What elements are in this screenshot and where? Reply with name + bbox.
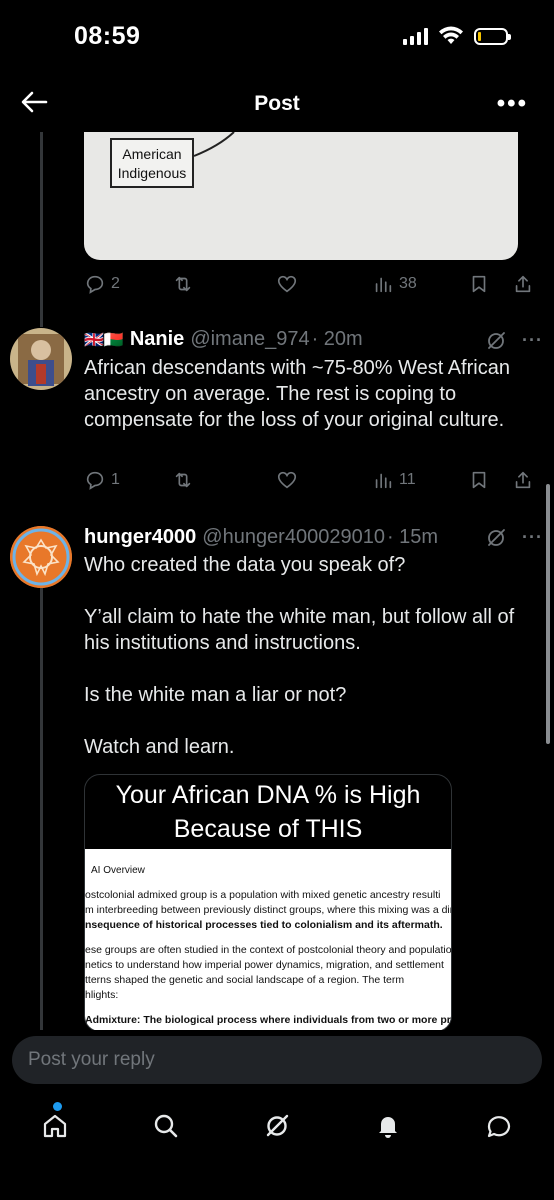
avatar-image	[10, 526, 72, 588]
post-actions: 1 11	[84, 468, 544, 492]
status-icons	[403, 26, 511, 46]
repost-icon	[175, 276, 191, 292]
reply-button[interactable]: 2	[84, 273, 172, 295]
bookmark-icon	[472, 471, 486, 489]
nav-messages[interactable]	[477, 1104, 521, 1148]
chat-bubble-icon	[487, 1116, 510, 1138]
views-icon	[375, 473, 392, 489]
like-button[interactable]	[276, 469, 372, 491]
avatar-image	[10, 328, 72, 390]
reply-count: 2	[111, 275, 120, 292]
nav-grok[interactable]	[255, 1104, 299, 1148]
tweet-header: 🇬🇧🇲🇬 Nanie @imane_974 · 20m	[84, 328, 363, 351]
scrollbar[interactable]	[546, 484, 550, 744]
doc-line: Admixture: The biological process where …	[85, 1014, 451, 1026]
flag-emojis: 🇬🇧🇲🇬	[84, 331, 124, 349]
user-handle[interactable]: @imane_974	[190, 328, 309, 351]
doc-line: hlights:	[85, 989, 119, 1001]
search-icon	[154, 1114, 178, 1138]
post-video-thumbnail[interactable]: Your African DNA % is High Because of TH…	[84, 774, 452, 1032]
bottom-nav	[0, 1102, 554, 1148]
post-image[interactable]: American Indigenous	[84, 132, 518, 260]
bookmark-button[interactable]	[468, 273, 512, 295]
heart-icon	[277, 471, 297, 489]
notification-dot	[53, 1102, 63, 1111]
page-title: Post	[254, 92, 300, 115]
diagram-label: American Indigenous	[110, 138, 194, 188]
views-icon	[375, 277, 392, 293]
ai-overview-document: AI Overview ostcolonial admixed group is…	[85, 849, 451, 1031]
thread-connector	[40, 132, 43, 327]
doc-line: ese groups are often studied in the cont…	[85, 944, 451, 956]
post-time: · 15m	[386, 526, 439, 548]
nav-search[interactable]	[144, 1104, 188, 1148]
reply-input[interactable]	[12, 1036, 542, 1084]
thread-connector	[40, 580, 43, 1030]
nav-home[interactable]	[33, 1102, 77, 1148]
tweet-more-button[interactable]: ···	[522, 527, 543, 548]
like-button[interactable]	[276, 273, 372, 295]
bookmark-icon	[472, 275, 486, 293]
tweet-header: hunger4000 @hunger400029010 · 15m	[84, 526, 438, 549]
grok-icon[interactable]	[484, 526, 508, 550]
tweet-more-button[interactable]: ···	[522, 330, 543, 351]
share-icon	[515, 471, 531, 489]
views-button[interactable]: 11	[372, 469, 468, 491]
media-title: Your African DNA % is High Because of TH…	[115, 781, 421, 843]
reply-count: 1	[111, 471, 120, 488]
grok-icon[interactable]	[484, 329, 508, 353]
wifi-icon	[439, 26, 463, 44]
more-options-button[interactable]: •••	[497, 90, 528, 118]
doc-line: netics to understand how imperial power …	[85, 959, 444, 971]
doc-line: m interbreeding between previously disti…	[85, 904, 451, 916]
views-count: 38	[399, 275, 417, 292]
tweet-text: Who created the data you speak of? Y’all…	[84, 554, 515, 758]
share-button[interactable]	[512, 469, 534, 491]
post-actions: 2 38	[84, 272, 544, 296]
doc-line: nsequence of historical processes tied t…	[85, 919, 443, 931]
bell-icon	[378, 1117, 397, 1138]
display-name[interactable]: Nanie	[130, 328, 184, 351]
share-icon	[515, 275, 531, 293]
views-count: 11	[399, 471, 416, 488]
tweet-text: African descendants with ~75-80% West Af…	[84, 357, 516, 431]
heart-icon	[277, 275, 297, 293]
display-name[interactable]: hunger4000	[84, 526, 196, 549]
avatar[interactable]	[10, 526, 72, 588]
doc-heading: AI Overview	[91, 865, 145, 876]
reply-icon	[86, 471, 104, 490]
avatar[interactable]	[10, 328, 72, 390]
share-button[interactable]	[512, 273, 534, 295]
battery-icon	[474, 27, 511, 45]
views-button[interactable]: 38	[372, 273, 468, 295]
home-icon	[44, 1114, 67, 1138]
user-handle[interactable]: @hunger400029010	[202, 526, 385, 549]
post-time: · 20m	[311, 328, 363, 350]
reply-button[interactable]: 1	[84, 469, 172, 491]
bookmark-button[interactable]	[468, 469, 512, 491]
nav-notifications[interactable]	[366, 1104, 410, 1148]
grok-icon	[266, 1114, 289, 1137]
doc-line: tterns shaped the genetic and social lan…	[85, 974, 405, 986]
reply-icon	[86, 275, 104, 294]
repost-button[interactable]	[172, 469, 276, 491]
repost-button[interactable]	[172, 273, 276, 295]
repost-icon	[175, 472, 191, 488]
signal-icon	[403, 27, 428, 45]
doc-line: ostcolonial admixed group is a populatio…	[85, 889, 441, 901]
status-time: 08:59	[74, 22, 141, 50]
